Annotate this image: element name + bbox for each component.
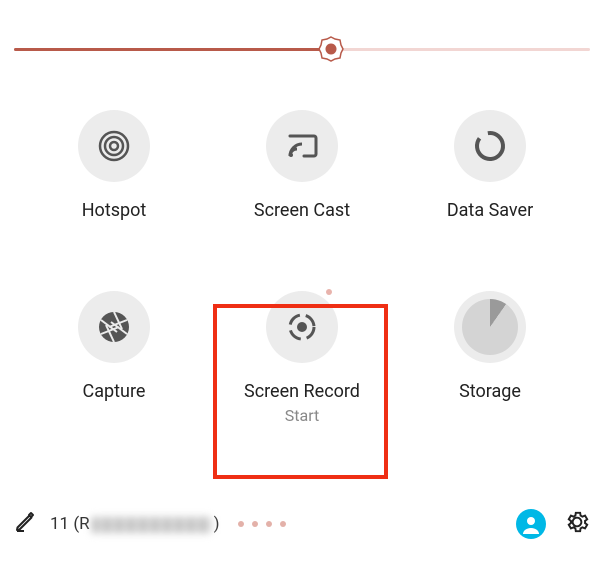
tile-hotspot[interactable]: Hotspot — [39, 110, 189, 221]
aperture-icon — [78, 291, 150, 363]
slider-thumb[interactable] — [317, 35, 345, 63]
record-icon — [266, 291, 338, 363]
gear-icon[interactable] — [564, 509, 590, 539]
tile-storage[interactable]: Storage — [415, 291, 565, 425]
cast-icon — [266, 110, 338, 182]
user-avatar[interactable] — [516, 509, 546, 539]
recording-indicator-dot — [326, 289, 332, 295]
edit-icon[interactable] — [14, 510, 38, 538]
footer-bar: 11 (R) — [14, 507, 590, 541]
build-version-text: 11 (R) — [50, 514, 220, 534]
tile-datasaver[interactable]: Data Saver — [415, 110, 565, 221]
tile-label: Data Saver — [447, 200, 533, 221]
tile-label: Screen Record — [244, 381, 360, 402]
storage-icon — [454, 291, 526, 363]
brightness-slider[interactable] — [14, 40, 590, 60]
tile-sublabel: Start — [285, 406, 319, 425]
hotspot-icon — [78, 110, 150, 182]
obscured-text — [92, 517, 212, 533]
tile-label: Capture — [83, 381, 146, 402]
slider-fill — [14, 48, 331, 51]
tile-screenrecord[interactable]: Screen Record Start — [227, 291, 377, 425]
tile-label: Storage — [459, 381, 521, 402]
datasaver-icon — [454, 110, 526, 182]
tile-screencast[interactable]: Screen Cast — [227, 110, 377, 221]
tile-label: Hotspot — [82, 200, 147, 221]
tile-capture[interactable]: Capture — [39, 291, 189, 425]
quick-settings-grid: Hotspot Screen Cast Data Saver — [30, 110, 574, 425]
tile-label: Screen Cast — [254, 200, 350, 221]
page-indicator-dots — [238, 521, 286, 527]
